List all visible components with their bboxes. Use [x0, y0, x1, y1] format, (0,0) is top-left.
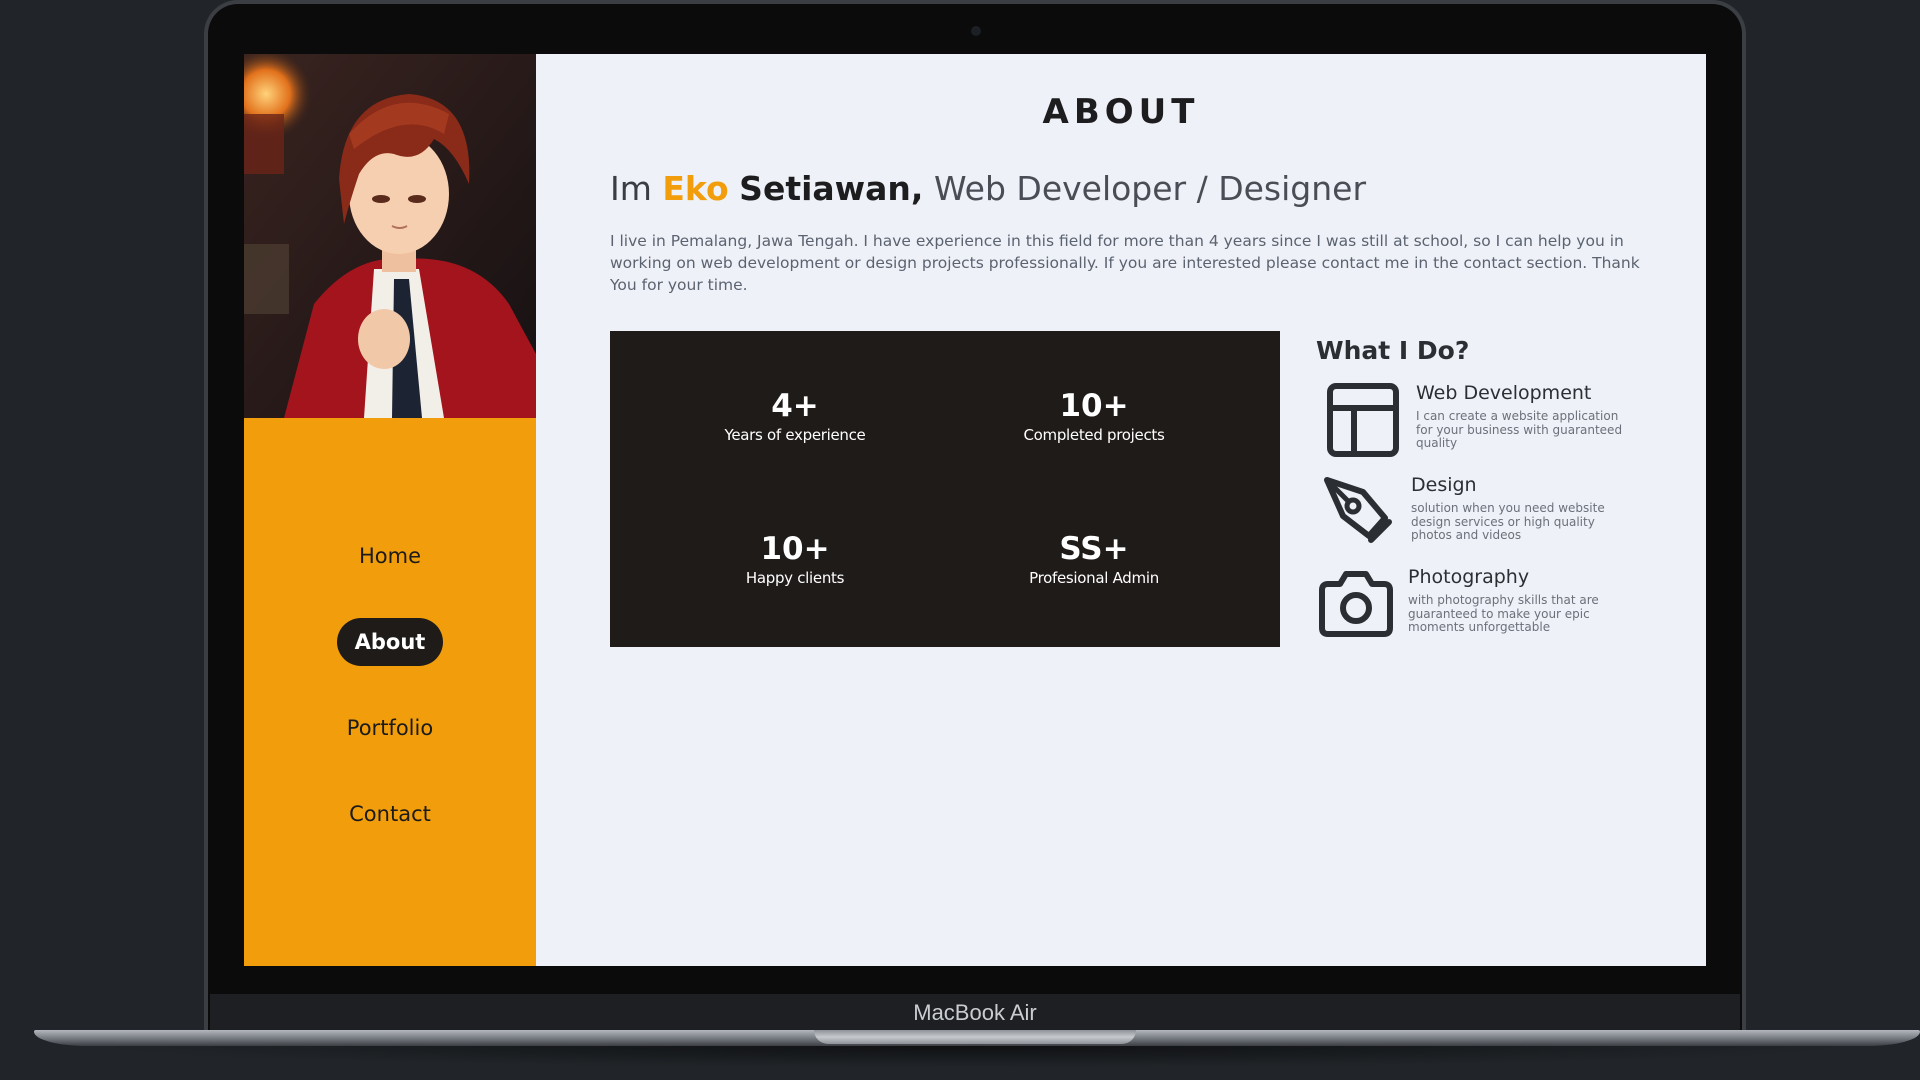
stat-value: 10+: [760, 531, 830, 567]
headline-first-name: Eko: [662, 169, 729, 208]
device-label: MacBook Air: [913, 1000, 1037, 1025]
camera-icon: [1316, 566, 1396, 644]
nav-item-about[interactable]: About: [336, 618, 444, 666]
service-description: with photography skills that are guarant…: [1408, 593, 1599, 634]
headline-role: Web Developer / Designer: [933, 169, 1367, 208]
stat-value: SS+: [1059, 531, 1129, 567]
laptop-hinge-notch: [814, 1030, 1136, 1044]
page-title: ABOUT: [1042, 92, 1200, 132]
service-photography: Photography with photography skills that…: [1316, 566, 1696, 650]
service-title: Photography: [1408, 566, 1530, 588]
webcam: [971, 26, 981, 36]
nav-item-home[interactable]: Home: [341, 532, 439, 580]
profile-portrait: [244, 54, 536, 418]
stat-value: 4+: [771, 388, 819, 424]
service-design: Design solution when you need website de…: [1319, 474, 1699, 558]
stat-admin: SS+ Profesional Admin: [944, 531, 1244, 587]
stat-projects: 10+ Completed projects: [944, 388, 1244, 444]
bio-text: I live in Pemalang, Jawa Tengah. I have …: [610, 232, 1640, 294]
nav-item-portfolio[interactable]: Portfolio: [329, 704, 451, 752]
stat-label: Completed projects: [1023, 426, 1165, 444]
service-description: I can create a website application for y…: [1416, 409, 1623, 450]
stat-label: Happy clients: [745, 569, 845, 587]
stat-label: Profesional Admin: [1029, 569, 1159, 587]
main-content: ABOUT Im Eko Setiawan, Web Developer / D…: [536, 54, 1706, 966]
layout-icon: [1324, 382, 1404, 460]
service-description: solution when you need website design se…: [1411, 501, 1605, 542]
service-title: Web Development: [1416, 382, 1592, 404]
service-title: Design: [1411, 474, 1477, 496]
laptop-screen: Home About Portfolio Contact ABOUT Im Ek…: [244, 54, 1706, 966]
service-web-development: Web Development I can create a website a…: [1324, 382, 1704, 466]
stats-panel: 4+ Years of experience 10+ Completed pro…: [610, 331, 1280, 647]
main-nav: Home About Portfolio Contact: [244, 532, 536, 876]
sidebar: Home About Portfolio Contact: [244, 54, 536, 966]
profile-illustration: [244, 54, 536, 418]
stat-years: 4+ Years of experience: [645, 388, 945, 444]
nav-item-contact[interactable]: Contact: [331, 790, 449, 838]
laptop-shadow: [80, 1046, 1870, 1068]
stat-clients: 10+ Happy clients: [645, 531, 945, 587]
stat-value: 10+: [1059, 388, 1129, 424]
what-i-do-title: What I Do?: [1316, 336, 1470, 365]
laptop-chin: MacBook Air: [210, 994, 1740, 1032]
intro-headline: Im Eko Setiawan, Web Developer / Designe…: [610, 169, 1366, 208]
headline-last-name: Setiawan,: [739, 169, 924, 208]
stat-label: Years of experience: [724, 426, 866, 444]
headline-prefix: Im: [610, 169, 652, 208]
pen-tool-icon: [1319, 474, 1399, 552]
